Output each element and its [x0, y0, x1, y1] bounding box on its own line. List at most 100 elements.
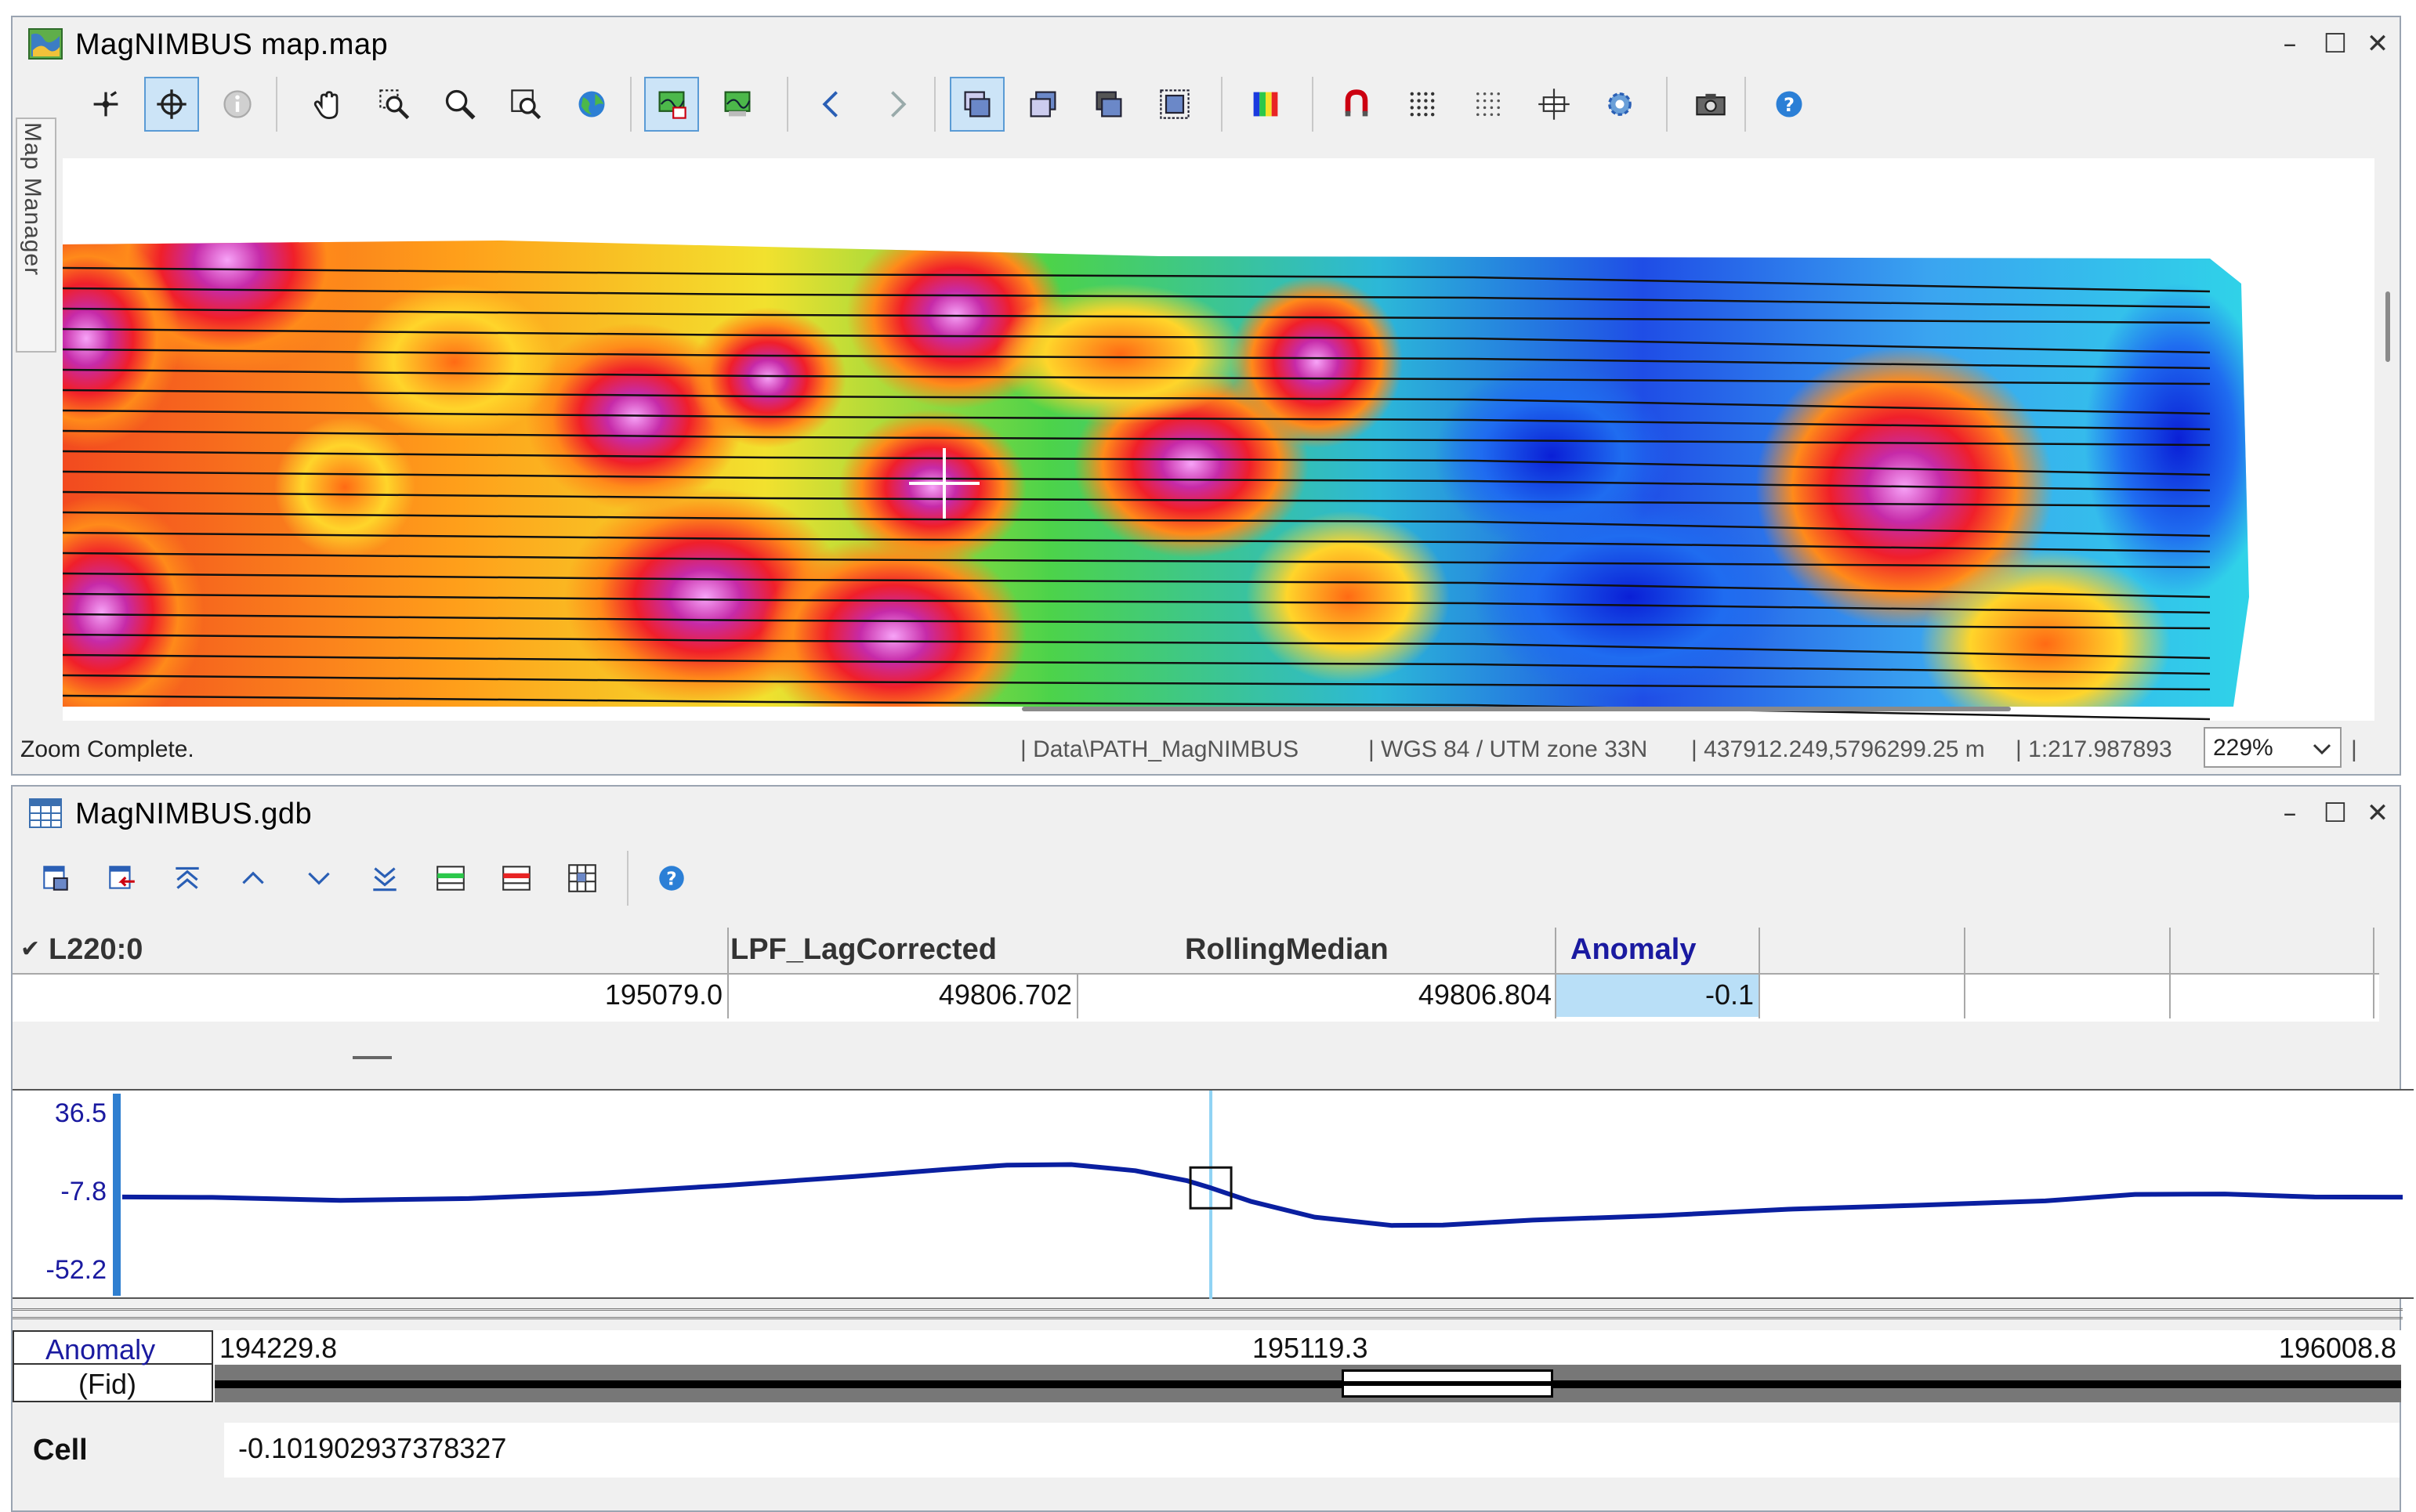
toolbar-separator	[1312, 77, 1313, 132]
axis-table: Anomaly (Fid) 194229.8 195119.3 196008.8	[13, 1330, 2403, 1402]
view-2-button[interactable]	[1016, 77, 1070, 132]
database-new-button[interactable]	[28, 851, 83, 906]
toolbar-separator	[630, 77, 632, 132]
dots-grid-icon	[1410, 92, 1435, 117]
help-button[interactable]: ?	[644, 851, 699, 906]
column-header-lpf-lagcorrected[interactable]: LPF_LagCorrected	[730, 928, 997, 971]
move-button[interactable]	[1527, 77, 1581, 132]
cell-value-field[interactable]: -0.101902937378327	[224, 1423, 2400, 1478]
anomaly-cell-selected[interactable]: -0.1	[1556, 973, 1759, 1017]
maximize-button[interactable]: ☐	[2318, 27, 2353, 61]
fid-label: (Fid)	[78, 1368, 136, 1400]
colour-bar-button[interactable]	[1238, 77, 1293, 132]
line-label[interactable]: L220:0	[49, 928, 143, 971]
map-manager-tab[interactable]: Map Manager	[13, 102, 60, 729]
fid-scroll-track[interactable]	[215, 1365, 2401, 1402]
gdb-maximize-button[interactable]: ☐	[2318, 796, 2353, 830]
fid-scroll-thumb[interactable]	[1342, 1369, 1553, 1398]
help-icon: ?	[1776, 91, 1802, 118]
view-3-icon	[1096, 91, 1122, 118]
cell-label: Cell	[33, 1434, 88, 1467]
camera-icon	[1696, 93, 1726, 116]
status-scale: | 1:217.987893	[2016, 736, 2172, 762]
view-3-button[interactable]	[1081, 77, 1136, 132]
anomaly-trace[interactable]	[122, 1162, 2403, 1228]
gdb-toolbar: ?	[13, 846, 2400, 910]
zoom-area-button[interactable]	[367, 77, 422, 132]
next-line-button[interactable]	[292, 851, 346, 906]
toolbar-separator	[787, 77, 788, 132]
database-app-icon	[29, 798, 62, 828]
pan-hand-button[interactable]	[301, 77, 356, 132]
fid-cell[interactable]: 195079.0	[13, 973, 727, 1017]
map-horizontal-scrollbar[interactable]	[1022, 707, 2011, 711]
zoom-extent-button[interactable]	[498, 77, 553, 132]
back-arrow-button[interactable]	[804, 77, 859, 132]
profile-panel[interactable]: 36.5 -7.8 -52.2	[13, 1089, 2414, 1299]
help-icon: ?	[659, 866, 684, 891]
gdb-close-button[interactable]: ✕	[2360, 796, 2395, 830]
channel-name-box[interactable]: Anomaly	[13, 1330, 213, 1366]
map-layer-alt-button[interactable]	[710, 77, 765, 132]
spreadsheet[interactable]: ✔ L220:0 LPF_LagCorrected RollingMedian …	[13, 928, 2379, 1022]
y-tick-max: 36.5	[54, 1098, 107, 1128]
view-1-button[interactable]	[950, 77, 1005, 132]
previous-line-button[interactable]	[226, 851, 281, 906]
first-line-icon	[176, 866, 199, 889]
lpf-lagcorrected-cell[interactable]: 49806.702	[727, 973, 1077, 1017]
info-button[interactable]	[210, 77, 265, 132]
forward-arrow-button[interactable]	[870, 77, 925, 132]
first-line-button[interactable]	[160, 851, 215, 906]
database-import-button[interactable]	[94, 851, 149, 906]
zoom-icon	[445, 89, 476, 120]
previous-line-icon	[242, 871, 264, 884]
digitize-button[interactable]	[78, 77, 133, 132]
channel-red-icon	[502, 866, 531, 891]
database-import-icon	[109, 866, 135, 889]
column-header-anomaly[interactable]: Anomaly	[1570, 928, 1696, 971]
map-statusbar: Zoom Complete. | Data\PATH_MagNIMBUS | W…	[13, 721, 2400, 774]
y-tick-min: -52.2	[45, 1255, 107, 1285]
column-header-rollingmedian[interactable]: RollingMedian	[1185, 928, 1389, 971]
last-line-button[interactable]	[357, 851, 412, 906]
globe-button[interactable]	[564, 77, 619, 132]
channel-red-button[interactable]	[489, 851, 544, 906]
view-4-button[interactable]	[1147, 77, 1202, 132]
channel-list-icon	[436, 866, 465, 891]
magnetic-anomaly-grid-image[interactable]	[62, 158, 2374, 738]
y-tick-mid: -7.8	[60, 1177, 107, 1206]
move-icon	[1538, 89, 1570, 120]
toolbar-separator	[1666, 77, 1668, 132]
dots-grid-button[interactable]	[1395, 77, 1450, 132]
map-vertical-scrollbar[interactable]	[2385, 291, 2390, 362]
help-button[interactable]: ?	[1762, 77, 1817, 132]
map-window-title: MagNIMBUS map.map	[75, 28, 389, 61]
minimize-button[interactable]: –	[2273, 27, 2307, 61]
dots-grid-2-button[interactable]	[1461, 77, 1516, 132]
channel-list-button[interactable]	[423, 851, 478, 906]
digitize-icon	[93, 91, 118, 117]
magnet-button[interactable]	[1329, 77, 1384, 132]
camera-button[interactable]	[1683, 77, 1738, 132]
profile-separator	[13, 1308, 2403, 1319]
anomaly-profile-plot[interactable]	[122, 1091, 2403, 1299]
view-4-icon	[1160, 89, 1190, 119]
close-button[interactable]: ✕	[2360, 27, 2395, 61]
fid-label-box[interactable]: (Fid)	[13, 1365, 213, 1402]
zoom-area-icon	[379, 89, 410, 120]
rollingmedian-cell[interactable]: 49806.804	[1077, 973, 1556, 1017]
zoom-select[interactable]: 229%	[2204, 727, 2342, 768]
select-point-button[interactable]	[144, 77, 199, 132]
gdb-minimize-button[interactable]: –	[2273, 796, 2307, 830]
database-new-icon	[43, 866, 68, 891]
grid-view-button[interactable]	[555, 851, 610, 906]
zoom-button[interactable]	[433, 77, 487, 132]
row-divider	[13, 973, 2379, 975]
colour-bar-icon	[1253, 92, 1278, 117]
status-coordinates: | 437912.249,5796299.25 m	[1691, 736, 1985, 762]
map-canvas[interactable]	[62, 158, 2374, 738]
splitter-handle[interactable]	[353, 1056, 392, 1059]
view-2-icon	[1030, 91, 1056, 118]
map-layer-button[interactable]	[644, 77, 699, 132]
settings-gear-button[interactable]	[1592, 77, 1647, 132]
